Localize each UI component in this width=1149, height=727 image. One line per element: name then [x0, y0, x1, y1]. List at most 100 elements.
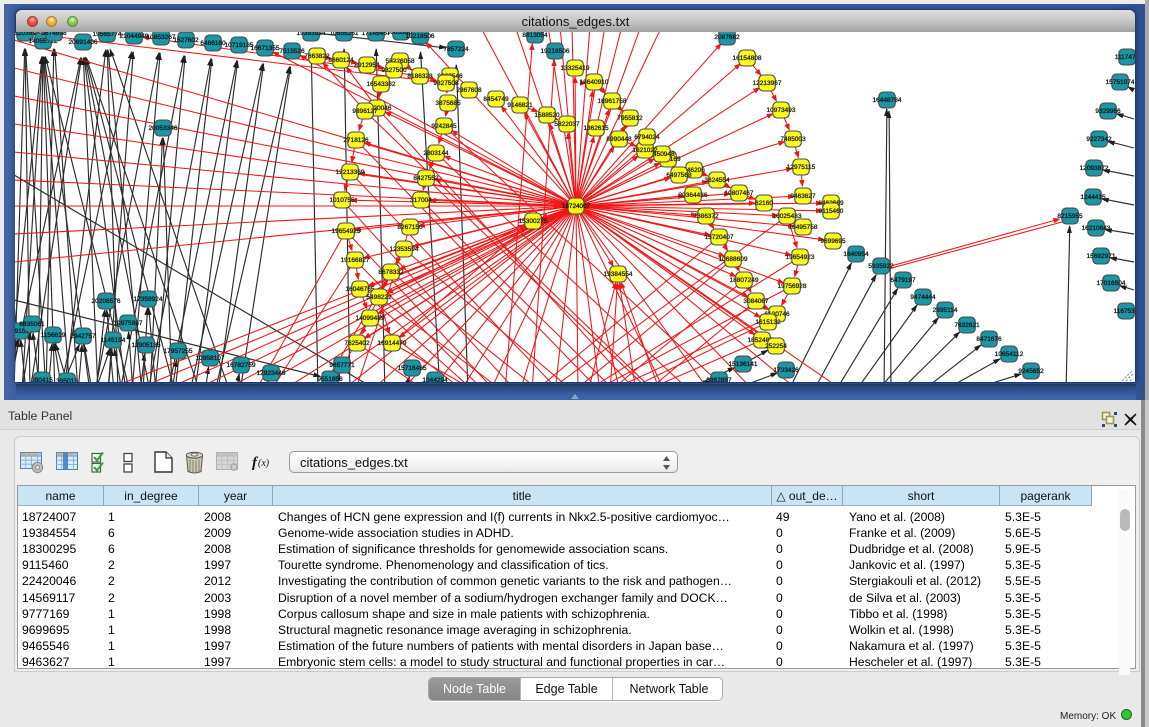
svg-text:9327508: 9327508 — [433, 80, 459, 87]
svg-text:8990448: 8990448 — [606, 136, 632, 143]
svg-text:12923448: 12923448 — [257, 370, 286, 377]
svg-text:10688609: 10688609 — [719, 256, 748, 263]
svg-text:9327500: 9327500 — [381, 67, 407, 74]
svg-text:2935114: 2935114 — [933, 307, 958, 314]
svg-text:1145194: 1145194 — [101, 337, 126, 344]
svg-text:15720407: 15720407 — [705, 234, 734, 241]
svg-text:20053346: 20053346 — [149, 125, 178, 132]
svg-text:1044294: 1044294 — [422, 377, 448, 382]
svg-text:12213369: 12213369 — [336, 169, 365, 176]
svg-text:7955812: 7955812 — [617, 115, 643, 122]
svg-text:9657771: 9657771 — [329, 362, 355, 369]
svg-text:9862897: 9862897 — [706, 377, 732, 382]
svg-text:19384554: 19384554 — [604, 271, 633, 278]
svg-text:1156819: 1156819 — [41, 332, 66, 339]
svg-text:20206576: 20206576 — [92, 298, 121, 305]
svg-text:19218506: 19218506 — [541, 48, 570, 55]
svg-text:16671355: 16671355 — [251, 45, 280, 52]
svg-text:8471676: 8471676 — [976, 336, 1002, 343]
svg-text:18640910: 18640910 — [580, 79, 609, 86]
svg-text:990415: 990415 — [31, 377, 53, 382]
svg-text:(x): (x) — [258, 458, 270, 469]
svg-text:14099489: 14099489 — [356, 315, 385, 322]
svg-text:16448784: 16448784 — [873, 97, 902, 104]
svg-text:5498222: 5498222 — [366, 294, 392, 301]
svg-text:8267150: 8267150 — [397, 224, 423, 231]
svg-text:8678332: 8678332 — [378, 269, 404, 276]
svg-text:8215955: 8215955 — [1057, 213, 1083, 220]
svg-text:7386372: 7386372 — [693, 213, 719, 220]
svg-text:17016504: 17016504 — [1097, 280, 1126, 287]
svg-text:19218506: 19218506 — [406, 33, 435, 40]
svg-text:9674698: 9674698 — [41, 32, 67, 37]
svg-text:3084067: 3084067 — [743, 298, 769, 305]
svg-text:317004: 317004 — [410, 197, 432, 204]
svg-text:1615132: 1615132 — [755, 319, 781, 326]
svg-text:10654112: 10654112 — [995, 351, 1024, 358]
svg-text:18807249: 18807249 — [730, 277, 759, 284]
svg-text:16782759: 16782759 — [227, 362, 256, 369]
svg-text:9551856: 9551856 — [317, 376, 343, 382]
svg-text:1733426: 1733426 — [773, 367, 799, 374]
svg-text:2867608: 2867608 — [456, 87, 482, 94]
svg-text:9245652: 9245652 — [1018, 368, 1044, 375]
svg-text:10655261: 10655261 — [330, 32, 359, 37]
svg-text:15751074: 15751074 — [1106, 79, 1135, 86]
svg-text:15136141: 15136141 — [729, 361, 758, 368]
svg-text:13325419: 13325419 — [561, 65, 590, 72]
svg-text:12353594: 12353594 — [390, 246, 419, 253]
svg-text:7515526: 7515526 — [279, 48, 305, 55]
svg-text:12905135: 12905135 — [132, 342, 161, 349]
svg-text:19975887: 19975887 — [114, 320, 143, 327]
svg-text:5935922: 5935922 — [868, 263, 894, 270]
svg-text:6497568: 6497568 — [666, 172, 692, 179]
svg-text:6466160: 6466160 — [200, 40, 226, 47]
svg-text:2803144: 2803144 — [423, 150, 449, 157]
svg-text:19565774: 19565774 — [93, 32, 122, 38]
svg-text:9329966: 9329966 — [1095, 108, 1121, 115]
svg-text:16543382: 16543382 — [367, 81, 396, 88]
svg-text:1588520: 1588520 — [534, 112, 560, 119]
svg-text:3875685: 3875685 — [435, 100, 461, 107]
svg-text:12213967: 12213967 — [753, 80, 782, 87]
svg-text:9699695: 9699695 — [820, 238, 846, 245]
svg-text:9227342: 9227342 — [1086, 136, 1112, 143]
svg-text:19756928: 19756928 — [778, 283, 807, 290]
svg-text:10719185: 10719185 — [225, 42, 254, 49]
svg-text:252254: 252254 — [765, 343, 787, 350]
svg-text:9146821: 9146821 — [507, 102, 533, 109]
svg-text:8835061: 8835061 — [19, 321, 45, 328]
svg-text:6479197: 6479197 — [890, 277, 916, 284]
svg-text:5822037: 5822037 — [554, 121, 580, 128]
svg-text:1621022: 1621022 — [632, 147, 658, 154]
svg-text:8186328: 8186328 — [407, 73, 433, 80]
svg-text:8454749: 8454749 — [483, 96, 509, 103]
svg-text:1527602: 1527602 — [173, 37, 199, 44]
svg-text:8427552: 8427552 — [413, 175, 439, 182]
svg-text:15300275: 15300275 — [519, 218, 548, 225]
svg-text:9474444: 9474444 — [910, 294, 936, 301]
svg-text:2087682: 2087682 — [714, 34, 740, 41]
svg-text:62160: 62160 — [755, 200, 773, 207]
svg-text:10853267: 10853267 — [147, 34, 176, 41]
svg-text:19654925: 19654925 — [332, 228, 361, 235]
svg-text:17359924: 17359924 — [134, 296, 163, 303]
svg-text:20364436: 20364436 — [679, 192, 708, 199]
svg-text:19393924: 19393924 — [297, 32, 326, 37]
svg-text:15692971: 15692971 — [1087, 253, 1116, 260]
svg-text:1244415: 1244415 — [1080, 194, 1106, 201]
svg-text:9463627: 9463627 — [790, 193, 816, 200]
svg-text:16961758: 16961758 — [598, 98, 627, 105]
svg-text:1167533: 1167533 — [1114, 308, 1135, 315]
svg-text:1640954: 1640954 — [843, 251, 869, 258]
svg-text:10973493: 10973493 — [767, 107, 796, 114]
svg-text:10958107: 10958107 — [196, 355, 225, 362]
svg-text:17957255: 17957255 — [164, 348, 193, 355]
svg-text:9242845: 9242845 — [431, 123, 457, 130]
svg-text:9115460: 9115460 — [819, 208, 844, 215]
svg-text:7663822: 7663822 — [304, 53, 330, 60]
svg-text:16914479: 16914479 — [378, 340, 407, 347]
svg-text:18724007: 18724007 — [562, 203, 591, 210]
svg-text:12093872: 12093872 — [1080, 165, 1109, 172]
svg-text:1117472: 1117472 — [1115, 54, 1135, 61]
